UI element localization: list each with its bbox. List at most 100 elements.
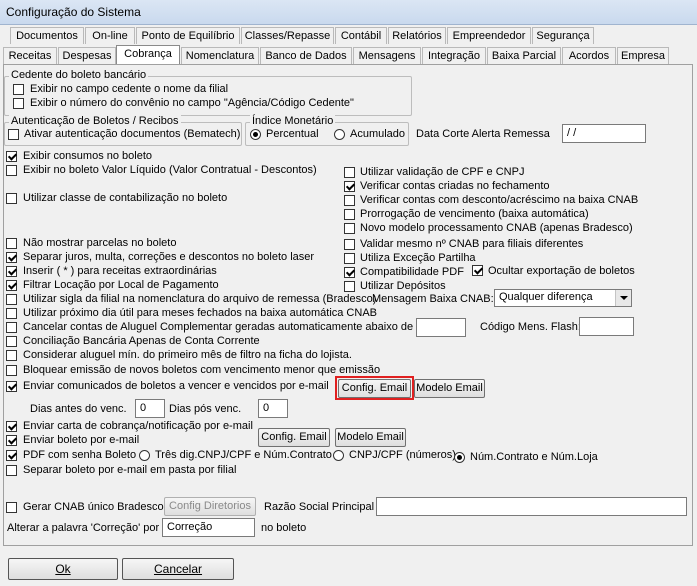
tab-empresa[interactable]: Empresa [617, 47, 669, 64]
razao-social-input[interactable] [376, 497, 687, 516]
compat-pdf-checkbox[interactable] [344, 267, 355, 278]
separar-boleto-checkbox[interactable] [6, 465, 17, 476]
tab-documentos[interactable]: Documentos [10, 27, 84, 44]
data-corte-input[interactable]: / / [562, 124, 646, 143]
tab-baixa-parcial[interactable]: Baixa Parcial [487, 47, 561, 64]
exibir-consumos-checkbox[interactable] [6, 151, 17, 162]
dias-antes-label: Dias antes do venc. [30, 403, 127, 415]
verificar-criadas-checkbox[interactable] [344, 181, 355, 192]
nao-mostrar-checkbox[interactable] [6, 238, 17, 249]
config-email-button-2[interactable]: Config. Email [258, 428, 330, 447]
cnpj-radio[interactable] [333, 450, 344, 461]
cedente-opt1-checkbox[interactable] [13, 84, 24, 95]
tab-banco-dados[interactable]: Banco de Dados [260, 47, 352, 64]
tab-nomenclatura[interactable]: Nomenclatura [181, 47, 259, 64]
tres-dig-label: Três dig.CNPJ/CPF e Núm.Contrato [155, 449, 332, 461]
prorrogacao-label: Prorrogação de vencimento (baixa automát… [360, 208, 589, 220]
acumulado-label: Acumulado [350, 128, 406, 140]
pdf-senha-checkbox[interactable] [6, 450, 17, 461]
validar-mesmo-label: Validar mesmo nº CNAB para filiais difer… [360, 238, 584, 250]
modelo-email-button[interactable]: Modelo Email [414, 379, 485, 398]
validacao-cpf-checkbox[interactable] [344, 167, 355, 178]
enviar-boleto-label: Enviar boleto por e-mail [23, 434, 140, 446]
cedente-group-title: Cedente do boleto bancário [9, 69, 149, 81]
indice-group-title: Índice Monetário [250, 115, 336, 127]
sigla-label: Utilizar sigla da filial na nomenclatura… [23, 293, 377, 305]
cedente-group: Cedente do boleto bancário [4, 69, 412, 116]
inserir-checkbox[interactable] [6, 266, 17, 277]
validar-mesmo-checkbox[interactable] [344, 239, 355, 250]
autenticacao-group-title: Autenticação de Boletos / Recibos [9, 115, 181, 127]
percentual-radio[interactable] [250, 129, 261, 140]
tab-online[interactable]: On-line [85, 27, 135, 44]
cnpj-label: CNPJ/CPF (números) [349, 449, 456, 461]
mensagem-baixa-select[interactable]: Qualquer diferença [494, 289, 632, 307]
enviar-boleto-checkbox[interactable] [6, 435, 17, 446]
cedente-opt2-checkbox[interactable] [13, 98, 24, 109]
tab-acordos[interactable]: Acordos [562, 47, 616, 64]
pdf-senha-label: PDF com senha Boleto [23, 449, 137, 461]
exibir-liquido-checkbox[interactable] [6, 165, 17, 176]
tab-despesas[interactable]: Despesas [58, 47, 116, 64]
num-contrato-label: Núm.Contrato e Núm.Loja [470, 451, 598, 463]
tab-empreendedor[interactable]: Empreendedor [447, 27, 531, 44]
carta-checkbox[interactable] [6, 421, 17, 432]
num-contrato-radio[interactable] [454, 452, 465, 463]
tab-classes-repasse[interactable]: Classes/Repasse [241, 27, 334, 44]
nao-mostrar-label: Não mostrar parcelas no boleto [23, 237, 177, 249]
tres-dig-radio[interactable] [139, 450, 150, 461]
razao-social-label: Razão Social Principal [264, 501, 375, 513]
acumulado-radio[interactable] [334, 129, 345, 140]
alterar-input[interactable]: Correção [162, 518, 255, 537]
excecao-checkbox[interactable] [344, 253, 355, 264]
considerar-label: Considerar aluguel mín. do primeiro mês … [23, 349, 352, 361]
codigo-flash-label: Código Mens. Flash: [480, 321, 581, 333]
exibir-consumos-label: Exibir consumos no boleto [23, 150, 153, 162]
filtrar-label: Filtrar Locação por Local de Pagamento [23, 279, 219, 291]
tab-relatorios[interactable]: Relatórios [388, 27, 446, 44]
ocultar-export-checkbox[interactable] [472, 265, 483, 276]
cancelar-button[interactable]: Cancelar [122, 558, 234, 580]
enviar-comunicados-label: Enviar comunicados de boletos a vencer e… [23, 380, 329, 392]
dias-antes-input[interactable]: 0 [135, 399, 165, 418]
bloquear-checkbox[interactable] [6, 365, 17, 376]
depositos-checkbox[interactable] [344, 281, 355, 292]
dias-pos-input[interactable]: 0 [258, 399, 288, 418]
proximo-dia-label: Utilizar próximo dia útil para meses fec… [23, 307, 377, 319]
modelo-email-button-2[interactable]: Modelo Email [335, 428, 406, 447]
tab-receitas[interactable]: Receitas [3, 47, 57, 64]
novo-modelo-checkbox[interactable] [344, 223, 355, 234]
considerar-checkbox[interactable] [6, 350, 17, 361]
proximo-dia-checkbox[interactable] [6, 308, 17, 319]
mensagem-baixa-label: Mensagem Baixa CNAB: [372, 293, 494, 305]
autenticacao-checkbox[interactable] [8, 129, 19, 140]
sigla-checkbox[interactable] [6, 294, 17, 305]
enviar-comunicados-checkbox[interactable] [6, 381, 17, 392]
verificar-desconto-checkbox[interactable] [344, 195, 355, 206]
conciliacao-checkbox[interactable] [6, 336, 17, 347]
chevron-down-icon[interactable] [615, 290, 631, 306]
cancelar-label: Cancelar [153, 562, 203, 576]
gerar-cnab-checkbox[interactable] [6, 502, 17, 513]
codigo-flash-input[interactable] [579, 317, 634, 336]
tab-contabil[interactable]: Contábil [335, 27, 387, 44]
cancelar-aluguel-checkbox[interactable] [6, 322, 17, 333]
separar-juros-label: Separar juros, multa, correções e descon… [23, 251, 315, 263]
ok-button[interactable]: Ok [8, 558, 118, 580]
filtrar-checkbox[interactable] [6, 280, 17, 291]
tab-mensagens[interactable]: Mensagens [353, 47, 421, 64]
config-diretorios-button[interactable]: Config Diretorios [164, 497, 256, 516]
tab-seguranca[interactable]: Segurança [532, 27, 594, 44]
mensagem-baixa-value: Qualquer diferença [499, 291, 593, 303]
bloquear-label: Bloquear emissão de novos boletos com ve… [23, 364, 381, 376]
prorrogacao-checkbox[interactable] [344, 209, 355, 220]
tab-integracao[interactable]: Integração [422, 47, 486, 64]
tab-ponto-equilibrio[interactable]: Ponto de Equilíbrio [136, 27, 240, 44]
ocultar-export-label: Ocultar exportação de boletos [488, 265, 635, 277]
cancelar-aluguel-input[interactable] [416, 318, 466, 337]
separar-juros-checkbox[interactable] [6, 252, 17, 263]
gerar-cnab-label: Gerar CNAB único Bradesco [23, 501, 164, 513]
tab-cobranca[interactable]: Cobrança [116, 45, 180, 64]
novo-modelo-label: Novo modelo processamento CNAB (apenas B… [360, 222, 633, 234]
classe-contab-checkbox[interactable] [6, 193, 17, 204]
